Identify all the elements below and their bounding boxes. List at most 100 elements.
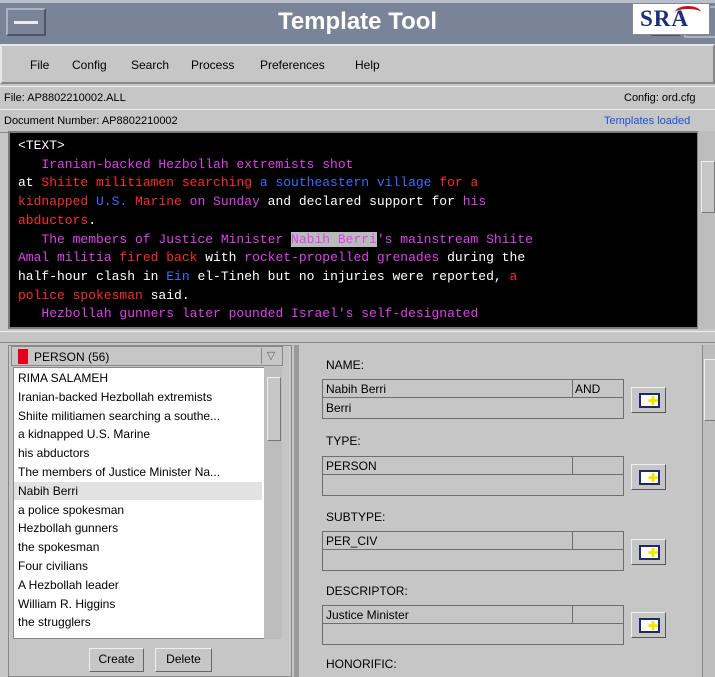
edit-name-button[interactable]: ✚	[631, 387, 666, 413]
edit-descriptor-button[interactable]: ✚	[631, 612, 666, 638]
menu-preferences[interactable]: Preferences	[260, 58, 325, 72]
document-info-row: Document Number: AP8802210002 Templates …	[0, 109, 715, 133]
type-value: PERSON	[326, 459, 377, 473]
list-item[interactable]: Iranian-backed Hezbollah extremists	[18, 388, 212, 406]
text-segment[interactable]: U.S.	[96, 194, 127, 209]
scroll-thumb[interactable]	[267, 377, 281, 441]
document-line[interactable]: Iranian-backed Hezbollah extremists shot	[18, 156, 533, 175]
subtype-field[interactable]: PER_CIV	[322, 531, 624, 571]
templates-status: Templates loaded	[604, 115, 691, 127]
text-segment[interactable]: at	[18, 175, 41, 190]
list-item[interactable]: Hezbollah gunners	[18, 519, 118, 537]
vertical-splitter[interactable]	[294, 345, 299, 677]
list-item[interactable]: Four civilians	[18, 557, 88, 575]
name-and-tag: AND	[575, 382, 601, 396]
subtype-label: SUBTYPE:	[326, 510, 386, 524]
text-segment[interactable]: Iranian-backed Hezbollah extremists shot	[18, 157, 353, 172]
text-segment[interactable]: .	[88, 213, 96, 228]
menu-config[interactable]: Config	[72, 58, 107, 72]
delete-button[interactable]: Delete	[155, 648, 212, 672]
list-item[interactable]: Shiite militiamen searching a southe...	[18, 407, 220, 425]
list-item[interactable]: A Hezbollah leader	[18, 576, 119, 594]
document-line[interactable]: at Shiite militiamen searching a southea…	[18, 174, 533, 193]
text-segment[interactable]: said.	[143, 288, 190, 303]
highlighted-mention[interactable]: Nabih Berri	[291, 231, 377, 247]
list-item[interactable]: RIMA SALAMEH	[18, 369, 108, 387]
type-label: TYPE:	[326, 434, 361, 448]
text-segment[interactable]: Shiite militiamen searching	[41, 175, 252, 190]
honorific-label: HONORIFIC:	[326, 657, 397, 671]
text-segment[interactable]: and declared support for	[260, 194, 463, 209]
text-segment[interactable]: rocket-propelled grenades	[244, 250, 439, 265]
list-item[interactable]: The members of Justice Minister Na...	[18, 463, 220, 481]
document-line[interactable]: Hezbollah gunners later pounded Israel's…	[18, 305, 533, 324]
slot-editor-scrollbar[interactable]	[702, 345, 715, 677]
text-segment[interactable]: his	[463, 194, 486, 209]
descriptor-label: DESCRIPTOR:	[326, 584, 408, 598]
list-item[interactable]: the strugglers	[18, 613, 91, 631]
scroll-thumb[interactable]	[701, 161, 715, 213]
edit-type-button[interactable]: ✚	[631, 464, 666, 490]
document-line[interactable]: Amal militia fired back with rocket-prop…	[18, 249, 533, 268]
document-line[interactable]: half-hour clash in Ein el-Tineh but no i…	[18, 268, 533, 287]
document-line[interactable]: <TEXT>	[18, 137, 533, 156]
document-line[interactable]: kidnapped U.S. Marine on Sunday and decl…	[18, 193, 533, 212]
document-text[interactable]: <TEXT> Iranian-backed Hezbollah extremis…	[18, 137, 533, 324]
document-scrollbar[interactable]	[697, 131, 715, 329]
panel-splitter[interactable]	[0, 331, 715, 343]
entity-list[interactable]: RIMA SALAMEH Iranian-backed Hezbollah ext…	[13, 367, 265, 639]
entity-type-label: PERSON (56)	[34, 350, 110, 364]
document-line[interactable]: police spokesman said.	[18, 287, 533, 306]
text-segment[interactable]: 's mainstream Shiite	[377, 232, 533, 247]
menu-process[interactable]: Process	[191, 58, 234, 72]
document-line[interactable]: abductors.	[18, 212, 533, 231]
name-value-2: Berri	[326, 401, 352, 415]
text-segment[interactable]: with	[205, 250, 244, 265]
menu-help[interactable]: Help	[355, 58, 380, 72]
list-item[interactable]: William R. Higgins	[18, 595, 115, 613]
scroll-thumb[interactable]	[704, 359, 715, 421]
list-item[interactable]: a kidnapped U.S. Marine	[18, 425, 150, 443]
list-item[interactable]: his abductors	[18, 444, 89, 462]
text-segment[interactable]: a southeastern village	[252, 175, 432, 190]
document-line[interactable]: The members of Justice Minister Nabih Be…	[18, 231, 533, 250]
text-segment[interactable]: during the	[439, 250, 525, 265]
text-segment[interactable]: Hezbollah gunners later pounded Israel's…	[18, 306, 478, 321]
text-segment[interactable]: a	[510, 269, 518, 284]
text-segment[interactable]: The members of Justice Minister	[18, 232, 291, 247]
text-segment[interactable]: on Sunday	[190, 194, 260, 209]
text-segment[interactable]: el-Tineh but no injuries were reported,	[190, 269, 510, 284]
name-field[interactable]: Nabih Berri AND Berri	[322, 379, 624, 419]
subtype-value: PER_CIV	[326, 534, 378, 548]
entity-color-swatch	[18, 349, 28, 364]
text-segment[interactable]: Ein	[166, 269, 189, 284]
menu-file[interactable]: File	[30, 58, 49, 72]
name-value-1: Nabih Berri	[326, 382, 387, 396]
text-segment[interactable]: <TEXT>	[18, 138, 65, 153]
text-segment[interactable]: for a	[431, 175, 478, 190]
list-item[interactable]: Nabih Berri	[14, 481, 262, 500]
dropdown-arrow-icon[interactable]: ▽	[261, 348, 280, 364]
text-segment[interactable]: fired back	[112, 250, 206, 265]
list-item[interactable]: a police spokesman	[18, 501, 124, 519]
text-segment[interactable]: Amal militia	[18, 250, 112, 265]
entity-list-scrollbar[interactable]	[264, 367, 282, 639]
edit-subtype-button[interactable]: ✚	[631, 539, 666, 565]
file-name-label: File: AP8802210002.ALL	[4, 92, 126, 104]
text-segment[interactable]: Marine	[127, 194, 189, 209]
config-label: Config: ord.cfg	[624, 92, 696, 104]
text-segment[interactable]: police spokesman	[18, 288, 143, 303]
text-segment[interactable]: abductors	[18, 213, 88, 228]
text-segment[interactable]: half-hour clash in	[18, 269, 166, 284]
text-segment[interactable]: kidnapped	[18, 194, 96, 209]
sra-logo: SRA	[632, 3, 710, 35]
name-label: NAME:	[326, 358, 365, 372]
entity-type-selector[interactable]: PERSON (56) ▽	[11, 346, 283, 366]
create-button[interactable]: Create	[89, 648, 144, 672]
document-text-panel[interactable]: <TEXT> Iranian-backed Hezbollah extremis…	[8, 131, 715, 329]
menu-search[interactable]: Search	[131, 58, 169, 72]
descriptor-field[interactable]: Justice Minister	[322, 605, 624, 645]
type-field[interactable]: PERSON	[322, 456, 624, 496]
list-item[interactable]: the spokesman	[18, 538, 99, 556]
menu-bar: File Config Search Process Preferences H…	[0, 44, 715, 84]
